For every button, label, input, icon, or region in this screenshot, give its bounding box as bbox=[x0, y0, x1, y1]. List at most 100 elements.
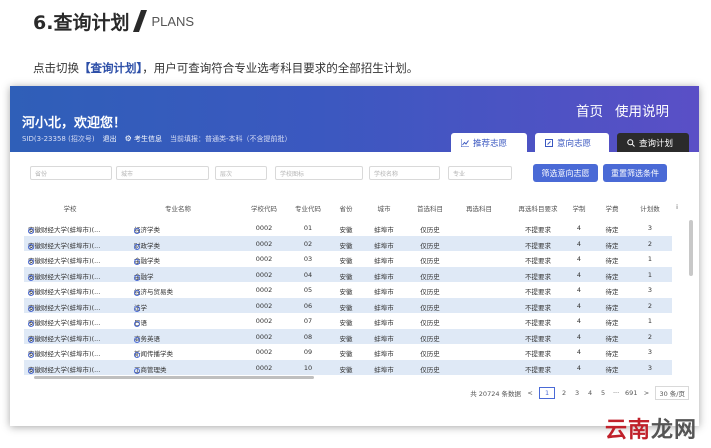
table-row[interactable]: 安徽财经大学(蚌埠市)(... 经济与贸易类 0002 05 安徽 蚌埠市 仅历史 不提要求 4… bbox=[24, 282, 672, 298]
nav-home[interactable]: 首页 bbox=[576, 100, 603, 120]
horizontal-scrollbar[interactable] bbox=[34, 376, 314, 379]
cell-school[interactable]: 安徽财经大学(蚌埠市)(... bbox=[28, 333, 118, 343]
cell-text: 不提要求 bbox=[525, 350, 551, 358]
cell-text: 不提要求 bbox=[525, 319, 551, 327]
cell-major[interactable]: 日语 bbox=[134, 317, 230, 327]
next-page-button[interactable]: > bbox=[642, 389, 650, 397]
cell-second-requirement: 不提要求 bbox=[510, 317, 566, 327]
cell-school[interactable]: 安徽财经大学(蚌埠市)(... bbox=[28, 317, 118, 327]
page-3[interactable]: 3 bbox=[573, 389, 581, 397]
filter-major[interactable]: 专业 bbox=[448, 166, 512, 180]
col-major: 专业名称 bbox=[165, 205, 191, 213]
page-size-select[interactable]: 30 条/页 bbox=[655, 386, 689, 400]
page-ellipsis[interactable]: ··· bbox=[612, 389, 620, 397]
filter-city[interactable]: 城市 bbox=[116, 166, 209, 180]
table-row[interactable]: 安徽财经大学(蚌埠市)(... 新闻传播学类 0002 09 安徽 蚌埠市 仅历史 不提要求 4… bbox=[24, 344, 672, 360]
filter-province[interactable]: 省份 bbox=[30, 166, 112, 180]
table-row[interactable]: 安徽财经大学(蚌埠市)(... 工商管理类 0002 10 安徽 蚌埠市 仅历史 不提要求 4 待… bbox=[24, 359, 672, 375]
cell-second-requirement: 不提要求 bbox=[510, 271, 566, 281]
cell-first-subject: 仅历史 bbox=[409, 224, 451, 234]
cell-text: 蚌埠市 bbox=[374, 319, 394, 327]
cell-text: 蚌埠市 bbox=[374, 288, 394, 296]
section-english-title: PLANS bbox=[151, 13, 195, 29]
cell-text: 04 bbox=[303, 270, 313, 279]
cell-plan-count: 2 bbox=[632, 240, 668, 248]
watermark-part2: 龙网 bbox=[650, 418, 697, 443]
cell-second-requirement: 不提要求 bbox=[510, 255, 566, 265]
cell-school[interactable]: 安徽财经大学(蚌埠市)(... bbox=[28, 271, 118, 281]
info-circle-icon bbox=[134, 321, 140, 327]
cell-province: 安徽 bbox=[331, 224, 361, 234]
table-row[interactable]: 安徽财经大学(蚌埠市)(... 日语 0002 07 安徽 蚌埠市 仅历史 不提要求 4 待定 1 bbox=[24, 313, 672, 329]
page-4[interactable]: 4 bbox=[586, 389, 594, 397]
cell-first-subject: 仅历史 bbox=[409, 286, 451, 296]
cell-school[interactable]: 安徽财经大学(蚌埠市)(... bbox=[28, 302, 118, 312]
cell-major[interactable]: 财政学类 bbox=[134, 240, 230, 250]
logout-link[interactable]: 退出 bbox=[103, 134, 117, 144]
cell-major[interactable]: 金融学 bbox=[134, 271, 230, 281]
table-row[interactable]: 安徽财经大学(蚌埠市)(... 商务英语 0002 08 安徽 蚌埠市 仅历史 不提要求 4 待定… bbox=[24, 328, 672, 344]
cell-text: 蚌埠市 bbox=[374, 226, 394, 234]
reset-filters-button[interactable]: 重置筛选条件 bbox=[603, 164, 667, 182]
cell-school-code: 0002 bbox=[246, 286, 282, 294]
cell-text: 安徽财经大学(蚌埠市)(... bbox=[28, 365, 101, 374]
info-circle-icon bbox=[134, 243, 140, 250]
cell-duration: 4 bbox=[569, 271, 589, 279]
filter-level[interactable]: 层次 bbox=[215, 166, 267, 180]
cell-text: 安徽财经大学(蚌埠市)(... bbox=[28, 257, 101, 265]
info-circle-icon bbox=[28, 367, 34, 374]
vertical-scrollbar[interactable] bbox=[689, 220, 693, 276]
tab-query-plan[interactable]: 查询计划 bbox=[617, 133, 689, 152]
filter-school-icon[interactable]: 学校图标 bbox=[275, 166, 363, 180]
table-row[interactable]: 安徽财经大学(蚌埠市)(... 金融学类 0002 03 安徽 蚌埠市 仅历史 不提要求 4 待定… bbox=[24, 251, 672, 267]
cell-major-code: 06 bbox=[290, 302, 326, 310]
col-second-subject: 再选科目 bbox=[466, 205, 492, 213]
cell-major[interactable]: 金融学类 bbox=[134, 255, 230, 265]
cell-text: 0002 bbox=[255, 332, 273, 341]
cell-text: 安徽 bbox=[339, 365, 353, 374]
table-row[interactable]: 安徽财经大学(蚌埠市)(... 法学 0002 06 安徽 蚌埠市 仅历史 不提要求 4 待定 2 bbox=[24, 297, 672, 313]
col-duration: 学制 bbox=[572, 205, 586, 213]
filter-school-name[interactable]: 学校名称 bbox=[369, 166, 440, 180]
cell-text: 安徽财经大学(蚌埠市)(... bbox=[28, 272, 101, 281]
cell-major[interactable]: 新闻传播学类 bbox=[134, 348, 230, 358]
cell-school[interactable]: 安徽财经大学(蚌埠市)(... bbox=[28, 364, 118, 374]
tab-intent[interactable]: 意向志愿 bbox=[535, 133, 609, 152]
page-last[interactable]: 691 bbox=[625, 389, 637, 397]
filter-intent-button[interactable]: 筛选意向志愿 bbox=[533, 164, 598, 182]
cell-school[interactable]: 安徽财经大学(蚌埠市)(... bbox=[28, 348, 118, 358]
table-row[interactable]: 安徽财经大学(蚌埠市)(... 财政学类 0002 02 安徽 蚌埠市 仅历史 不提要求 4 待定… bbox=[24, 235, 672, 251]
table-row[interactable]: 安徽财经大学(蚌埠市)(... 金融学 0002 04 安徽 蚌埠市 仅历史 不提要求 4 待定 1 bbox=[24, 266, 672, 282]
cell-major[interactable]: 商务英语 bbox=[134, 333, 230, 343]
cell-major[interactable]: 法学 bbox=[134, 302, 230, 312]
cell-school[interactable]: 安徽财经大学(蚌埠市)(... bbox=[28, 286, 118, 296]
cell-major[interactable]: 经济学类 bbox=[134, 224, 230, 234]
cell-text: 蚌埠市 bbox=[374, 334, 394, 343]
cell-major[interactable]: 经济与贸易类 bbox=[134, 286, 230, 296]
cell-text: 09 bbox=[303, 348, 313, 356]
info-circle-icon bbox=[134, 290, 140, 296]
app-window: 河小北，欢迎您！ SID(3-23358 (招次号) 退出 ⚙ 考生信息 当前填… bbox=[10, 86, 699, 426]
page-5[interactable]: 5 bbox=[599, 389, 607, 397]
cell-major[interactable]: 工商管理类 bbox=[134, 364, 230, 374]
cell-text: 2 bbox=[647, 239, 653, 248]
cell-plan-count: 1 bbox=[632, 317, 668, 325]
cell-text: 4 bbox=[576, 255, 582, 263]
cell-city: 蚌埠市 bbox=[366, 364, 402, 374]
cell-text: 待定 bbox=[605, 350, 619, 358]
cell-school[interactable]: 安徽财经大学(蚌埠市)(... bbox=[28, 240, 118, 250]
info-circle-icon bbox=[134, 274, 140, 281]
page-1[interactable]: 1 bbox=[539, 387, 556, 399]
edit-icon bbox=[545, 138, 553, 147]
cell-school[interactable]: 安徽财经大学(蚌埠市)(... bbox=[28, 255, 118, 265]
tab-recommend[interactable]: 推荐志愿 bbox=[451, 133, 527, 152]
cell-school[interactable]: 安徽财经大学(蚌埠市)(... bbox=[28, 224, 118, 234]
cell-text: 安徽 bbox=[339, 303, 353, 312]
cell-tuition: 待定 bbox=[597, 317, 627, 327]
cell-first-subject: 仅历史 bbox=[409, 271, 451, 281]
page-2[interactable]: 2 bbox=[560, 389, 568, 397]
profile-link[interactable]: ⚙ 考生信息 bbox=[125, 134, 162, 144]
nav-guide[interactable]: 使用说明 bbox=[615, 100, 669, 120]
table-row[interactable]: 安徽财经大学(蚌埠市)(... 经济学类 0002 01 安徽 蚌埠市 仅历史 不提要求 4 待定… bbox=[24, 220, 672, 236]
prev-page-button[interactable]: < bbox=[526, 389, 534, 397]
